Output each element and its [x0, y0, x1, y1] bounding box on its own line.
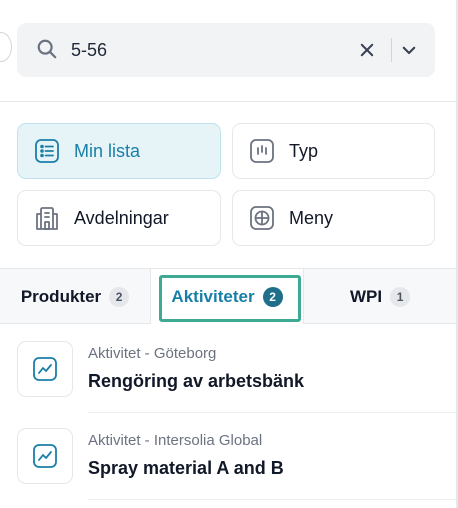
filter-menu-button[interactable]: Meny — [232, 190, 435, 246]
grid-plus-icon — [250, 206, 274, 230]
filter-label: Avdelningar — [74, 207, 169, 228]
count-badge: 2 — [109, 286, 130, 307]
result-tabs: Produkter 2 Aktiviteter 2 WPI 1 — [0, 268, 456, 324]
item-title: Spray material A and B — [88, 458, 284, 478]
item-title: Rengöring av arbetsbänk — [88, 371, 305, 391]
close-icon[interactable] — [358, 41, 376, 59]
filter-my-list-button[interactable]: Min lista — [17, 123, 221, 179]
building-icon — [36, 207, 58, 230]
list-item[interactable]: Aktivitet - Göteborg Rengöring av arbets… — [0, 325, 456, 412]
search-divider — [391, 38, 392, 62]
filter-label: Meny — [289, 207, 334, 228]
item-meta: Aktivitet - Intersolia Global — [88, 432, 263, 449]
tab-products[interactable]: Produkter 2 — [0, 269, 150, 324]
tab-label: Produkter — [20, 286, 102, 306]
search-icon — [37, 39, 57, 59]
divider — [0, 101, 456, 102]
item-meta: Aktivitet - Göteborg — [88, 345, 217, 362]
search-box[interactable] — [17, 23, 435, 77]
back-button[interactable] — [0, 32, 12, 62]
chevron-down-icon[interactable] — [400, 41, 418, 59]
list-icon — [35, 139, 59, 163]
search-input[interactable] — [71, 35, 341, 65]
type-icon — [250, 139, 274, 163]
list-divider — [88, 499, 456, 500]
activity-chart-icon — [17, 428, 73, 484]
count-badge: 1 — [390, 286, 411, 307]
search-region — [0, 0, 456, 101]
filter-type-button[interactable]: Typ — [232, 123, 435, 179]
focus-ring — [159, 275, 301, 322]
tab-wpi[interactable]: WPI 1 — [304, 269, 456, 324]
list-item[interactable]: Aktivitet - Intersolia Global Spray mate… — [0, 413, 456, 500]
activity-chart-icon — [17, 341, 73, 397]
filter-departments-button[interactable]: Avdelningar — [17, 190, 221, 246]
filter-label: Typ — [289, 140, 319, 161]
filter-label: Min lista — [74, 140, 141, 161]
tab-label: WPI — [349, 286, 383, 306]
tab-activities[interactable]: Aktiviteter 2 — [151, 269, 303, 324]
